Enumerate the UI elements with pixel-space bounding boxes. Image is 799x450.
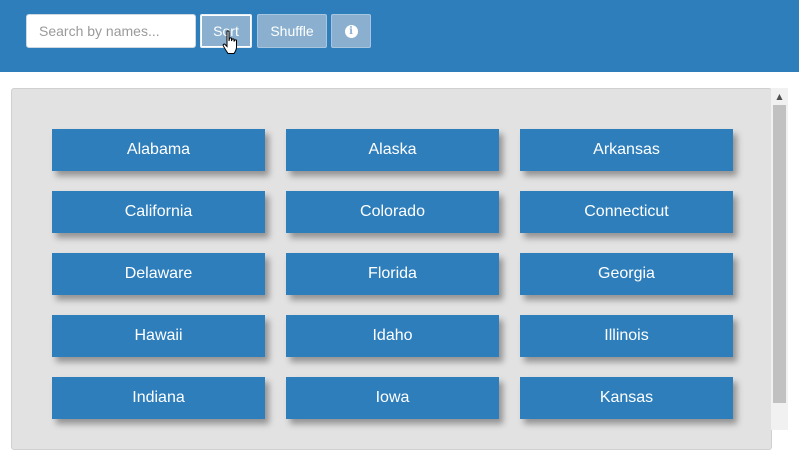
- state-button[interactable]: Arkansas: [520, 129, 733, 171]
- vertical-scrollbar[interactable]: ▲: [771, 88, 788, 430]
- state-button[interactable]: Indiana: [52, 377, 265, 419]
- state-button[interactable]: Idaho: [286, 315, 499, 357]
- state-button[interactable]: Alabama: [52, 129, 265, 171]
- scroll-up-arrow-icon[interactable]: ▲: [771, 88, 788, 105]
- shuffle-button[interactable]: Shuffle: [257, 14, 327, 48]
- scrollbar-thumb[interactable]: [773, 105, 786, 403]
- state-button[interactable]: Iowa: [286, 377, 499, 419]
- state-button[interactable]: Alaska: [286, 129, 499, 171]
- state-button[interactable]: Kansas: [520, 377, 733, 419]
- state-button[interactable]: Florida: [286, 253, 499, 295]
- states-grid: Alabama Alaska Arkansas California Color…: [52, 129, 733, 419]
- state-button[interactable]: Hawaii: [52, 315, 265, 357]
- state-button[interactable]: Connecticut: [520, 191, 733, 233]
- sort-button[interactable]: Sort: [200, 14, 252, 48]
- info-button[interactable]: i: [331, 14, 371, 48]
- state-button[interactable]: Delaware: [52, 253, 265, 295]
- search-input[interactable]: [26, 14, 196, 48]
- state-button[interactable]: Colorado: [286, 191, 499, 233]
- state-button[interactable]: California: [52, 191, 265, 233]
- state-button[interactable]: Georgia: [520, 253, 733, 295]
- states-panel: Alabama Alaska Arkansas California Color…: [11, 88, 772, 450]
- state-button[interactable]: Illinois: [520, 315, 733, 357]
- top-toolbar: Sort Shuffle i: [0, 0, 799, 72]
- info-circle-icon: i: [344, 24, 358, 38]
